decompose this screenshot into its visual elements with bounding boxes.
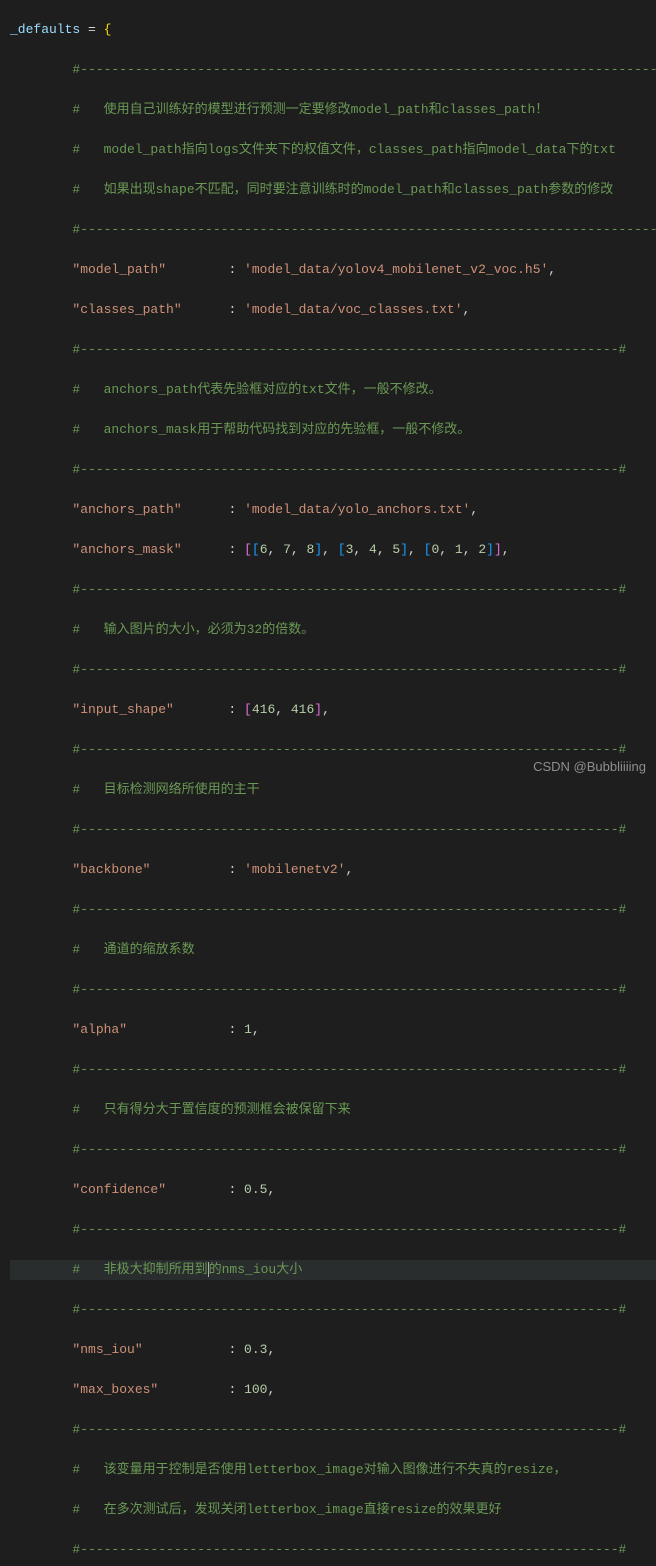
line-confidence: "confidence" : 0.5, bbox=[10, 1180, 656, 1200]
line-sep: #---------------------------------------… bbox=[10, 1420, 656, 1440]
line-sep: #---------------------------------------… bbox=[10, 1060, 656, 1080]
line-classes-path: "classes_path" : 'model_data/voc_classes… bbox=[10, 300, 656, 320]
line-comment: # 通道的缩放系数 bbox=[10, 940, 656, 960]
line-sep: #---------------------------------------… bbox=[10, 460, 656, 480]
line-anchors-path: "anchors_path" : 'model_data/yolo_anchor… bbox=[10, 500, 656, 520]
line-input-shape: "input_shape" : [416, 416], bbox=[10, 700, 656, 720]
line-sep: #---------------------------------------… bbox=[10, 580, 656, 600]
line-nms-iou: "nms_iou" : 0.3, bbox=[10, 1340, 656, 1360]
line-comment: # 如果出现shape不匹配，同时要注意训练时的model_path和class… bbox=[10, 180, 656, 200]
line-comment: # anchors_mask用于帮助代码找到对应的先验框，一般不修改。 bbox=[10, 420, 656, 440]
line-comment: # 在多次测试后，发现关闭letterbox_image直接resize的效果更… bbox=[10, 1500, 656, 1520]
line-sep: #---------------------------------------… bbox=[10, 1220, 656, 1240]
line-sep: #---------------------------------------… bbox=[10, 60, 656, 80]
line-backbone: "backbone" : 'mobilenetv2', bbox=[10, 860, 656, 880]
line-sep: #---------------------------------------… bbox=[10, 820, 656, 840]
watermark: CSDN @Bubbliiiing bbox=[533, 757, 646, 777]
line-comment: # anchors_path代表先验框对应的txt文件，一般不修改。 bbox=[10, 380, 656, 400]
line-anchors-mask: "anchors_mask" : [[6, 7, 8], [3, 4, 5], … bbox=[10, 540, 656, 560]
line-model-path: "model_path" : 'model_data/yolov4_mobile… bbox=[10, 260, 656, 280]
line-sep: #---------------------------------------… bbox=[10, 1140, 656, 1160]
line-comment: # 使用自己训练好的模型进行预测一定要修改model_path和classes_… bbox=[10, 100, 656, 120]
line-sep: #---------------------------------------… bbox=[10, 980, 656, 1000]
line-sep: #---------------------------------------… bbox=[10, 220, 656, 240]
line-comment: # 目标检测网络所使用的主干 bbox=[10, 780, 656, 800]
line-comment-cursor: # 非极大抑制所用到的nms_iou大小 bbox=[10, 1260, 656, 1280]
line-comment: # 该变量用于控制是否使用letterbox_image对输入图像进行不失真的r… bbox=[10, 1460, 656, 1480]
line-comment: # 只有得分大于置信度的预测框会被保留下来 bbox=[10, 1100, 656, 1120]
line-sep: #---------------------------------------… bbox=[10, 1300, 656, 1320]
line-comment: # model_path指向logs文件夹下的权值文件，classes_path… bbox=[10, 140, 656, 160]
line-alpha: "alpha" : 1, bbox=[10, 1020, 656, 1040]
line-sep: #---------------------------------------… bbox=[10, 340, 656, 360]
code-editor[interactable]: _defaults = { #-------------------------… bbox=[0, 0, 656, 1566]
line-sep: #---------------------------------------… bbox=[10, 1540, 656, 1560]
line-sep: #---------------------------------------… bbox=[10, 900, 656, 920]
line-decl: _defaults = { bbox=[10, 20, 656, 40]
line-sep: #---------------------------------------… bbox=[10, 660, 656, 680]
line-comment: # 输入图片的大小，必须为32的倍数。 bbox=[10, 620, 656, 640]
line-max-boxes: "max_boxes" : 100, bbox=[10, 1380, 656, 1400]
